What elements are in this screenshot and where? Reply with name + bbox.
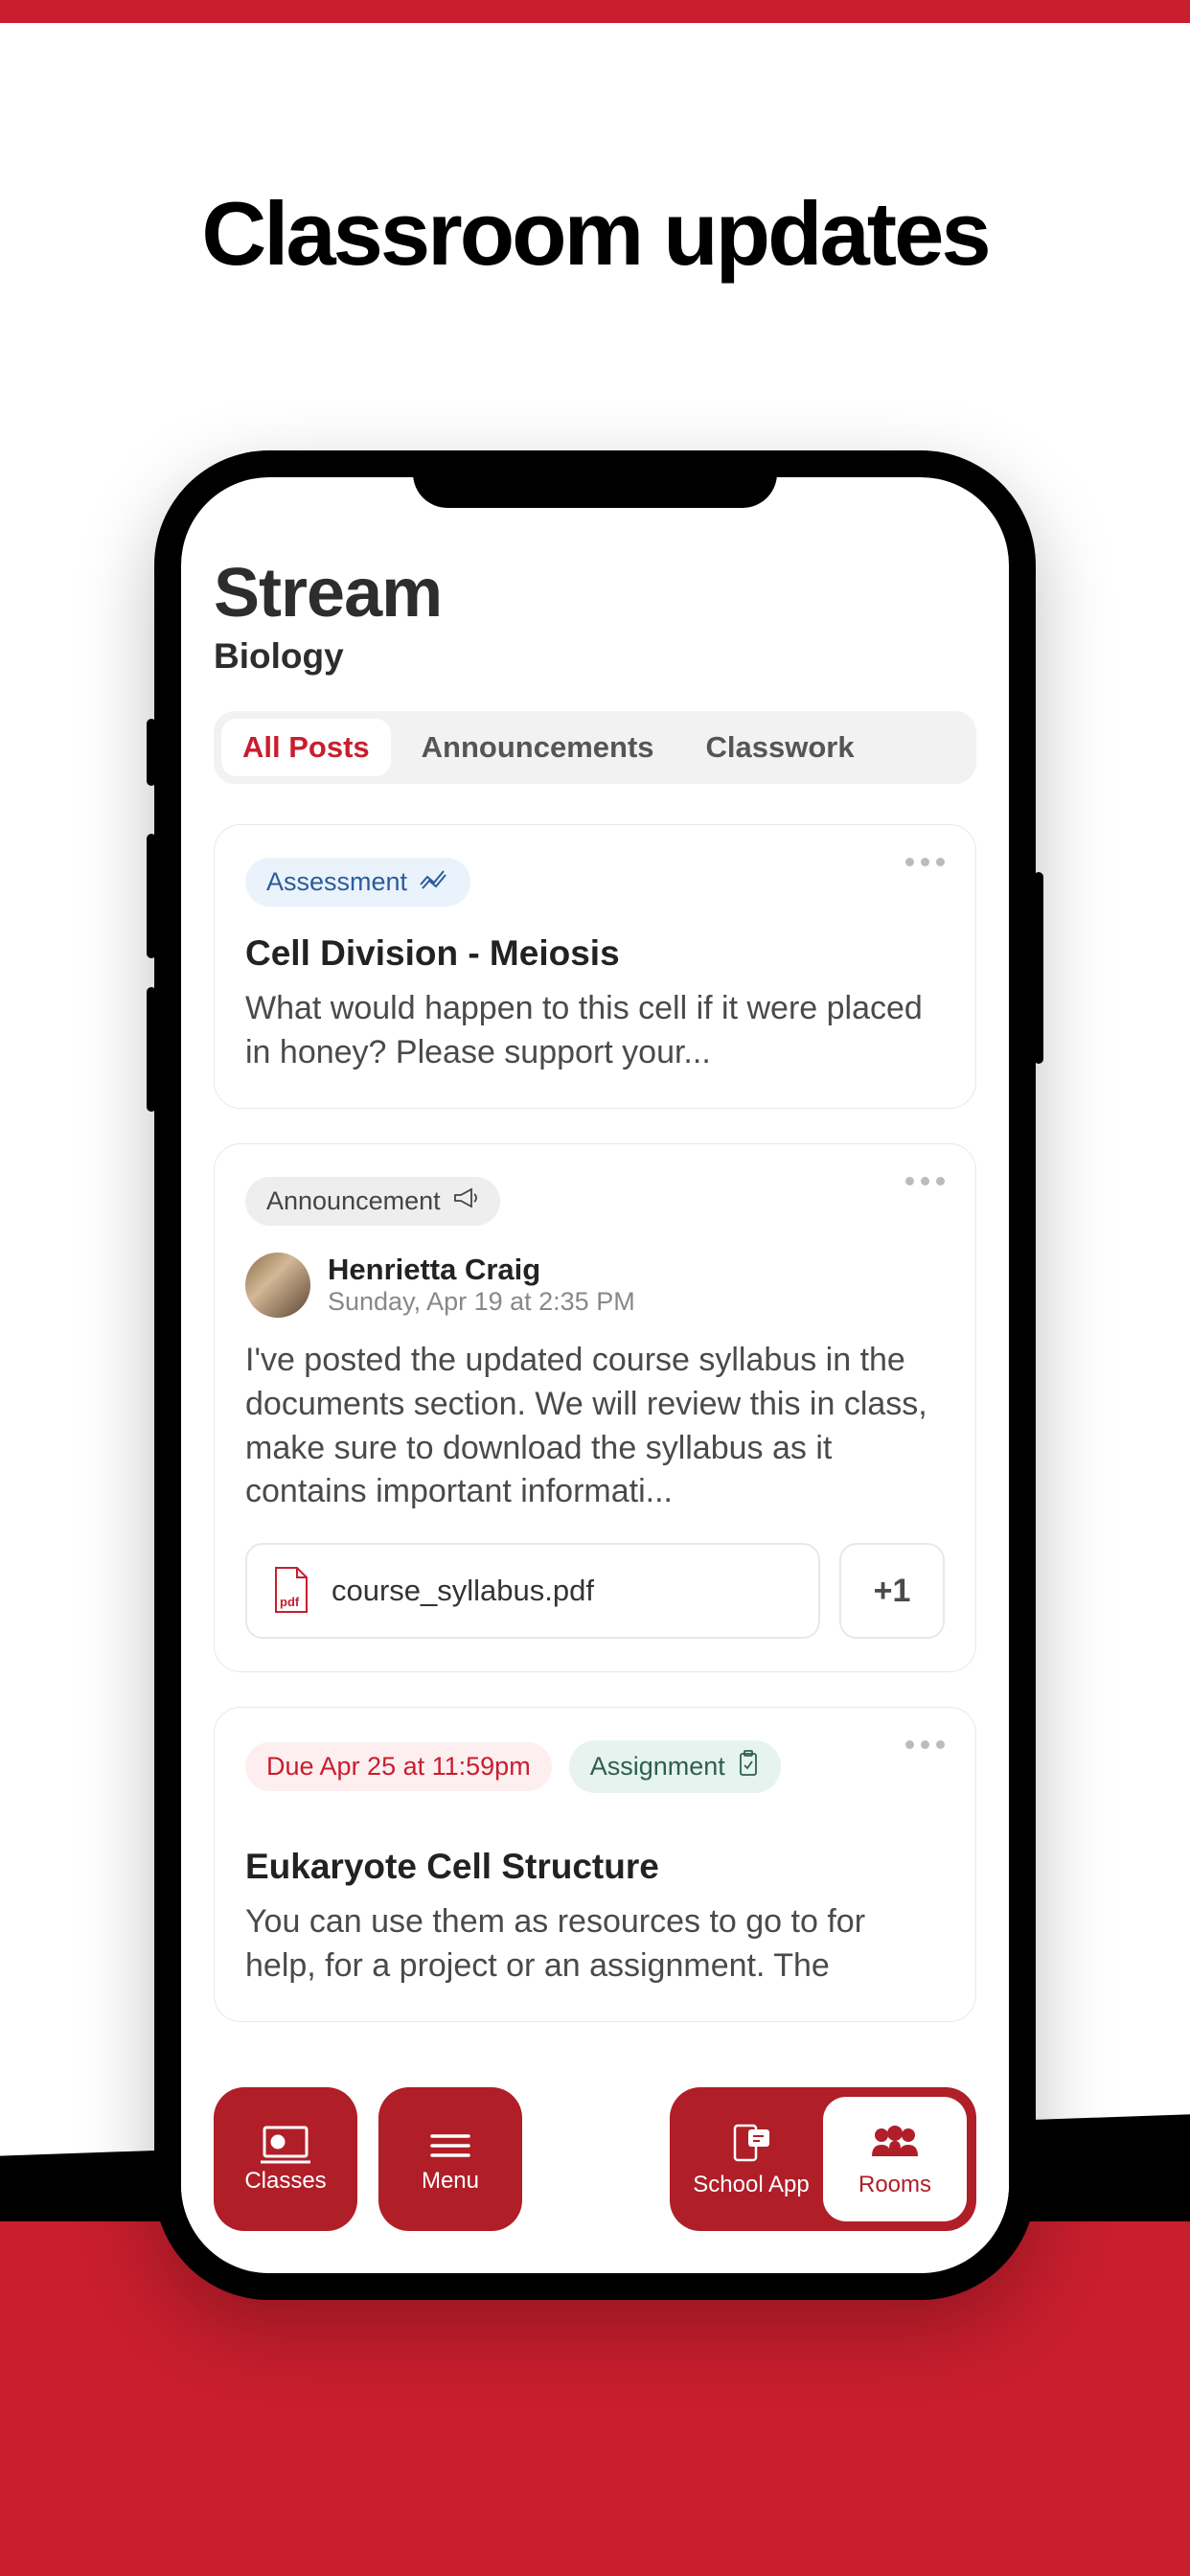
filter-tabs: All Posts Announcements Classwork [214, 711, 976, 784]
phone-side-button [147, 987, 156, 1112]
phone-side-button [147, 834, 156, 958]
post-author: Henrietta Craig Sunday, Apr 19 at 2:35 P… [245, 1253, 945, 1318]
rooms-icon [868, 2120, 922, 2164]
top-accent-bar [0, 0, 1190, 23]
assessment-badge: Assessment [245, 858, 470, 907]
post-body: You can use them as resources to go to f… [245, 1900, 945, 1989]
nav-classes-button[interactable]: Classes [214, 2087, 357, 2231]
post-menu-button[interactable] [905, 1177, 945, 1185]
menu-icon [423, 2124, 477, 2168]
nav-menu-button[interactable]: Menu [378, 2087, 522, 2231]
post-title: Eukaryote Cell Structure [245, 1847, 945, 1887]
svg-text:pdf: pdf [280, 1595, 300, 1609]
post-card[interactable]: Announcement Henrietta Craig Sunday, Apr… [214, 1143, 976, 1673]
assessment-icon [419, 867, 449, 897]
assignment-badge: Assignment [569, 1740, 781, 1793]
announcement-badge: Announcement [245, 1177, 500, 1226]
badge-label: Due Apr 25 at 11:59pm [266, 1752, 531, 1782]
post-body: What would happen to this cell if it wer… [245, 987, 945, 1075]
tab-all-posts[interactable]: All Posts [221, 719, 391, 776]
tab-announcements[interactable]: Announcements [400, 719, 675, 776]
badge-label: Assessment [266, 867, 407, 897]
phone-screen: Stream Biology All Posts Announcements C… [181, 477, 1009, 2273]
attachment-more-button[interactable]: +1 [839, 1543, 945, 1639]
badge-label: Assignment [590, 1752, 725, 1782]
post-card[interactable]: Due Apr 25 at 11:59pm Assignment [214, 1707, 976, 2022]
school-app-icon [724, 2120, 778, 2164]
attachment-item[interactable]: pdf course_syllabus.pdf [245, 1543, 820, 1639]
phone-notch [413, 450, 777, 508]
nav-label: Classes [244, 2168, 326, 2195]
bottom-nav: Classes Menu [181, 2064, 1009, 2273]
nav-label: Menu [422, 2168, 479, 2195]
classes-icon [259, 2124, 312, 2168]
nav-school-app-button[interactable]: School App [679, 2097, 823, 2221]
post-menu-button[interactable] [905, 1740, 945, 1749]
tab-classwork[interactable]: Classwork [685, 719, 876, 776]
phone-frame: Stream Biology All Posts Announcements C… [154, 450, 1036, 2300]
page-headline: Classroom updates [0, 182, 1190, 286]
pdf-icon: pdf [270, 1566, 310, 1616]
avatar [245, 1253, 310, 1318]
megaphone-icon [452, 1186, 479, 1216]
post-title: Cell Division - Meiosis [245, 933, 945, 974]
stream-title: Stream [214, 554, 976, 632]
nav-toggle: School App Rooms [670, 2087, 976, 2231]
stream-subtitle: Biology [214, 636, 976, 677]
post-menu-button[interactable] [905, 858, 945, 866]
due-badge: Due Apr 25 at 11:59pm [245, 1742, 552, 1791]
nav-label: School App [693, 2172, 809, 2198]
nav-label: Rooms [858, 2172, 931, 2198]
author-name: Henrietta Craig [328, 1253, 635, 1287]
post-body: I've posted the updated course syllabus … [245, 1339, 945, 1515]
attachment-name: course_syllabus.pdf [332, 1574, 594, 1608]
nav-rooms-button[interactable]: Rooms [823, 2097, 967, 2221]
badge-label: Announcement [266, 1186, 441, 1216]
clipboard-check-icon [737, 1750, 760, 1783]
post-card[interactable]: Assessment Cell Division - Meiosis What … [214, 824, 976, 1109]
author-timestamp: Sunday, Apr 19 at 2:35 PM [328, 1287, 635, 1317]
phone-side-button [1034, 872, 1043, 1064]
phone-side-button [147, 719, 156, 786]
